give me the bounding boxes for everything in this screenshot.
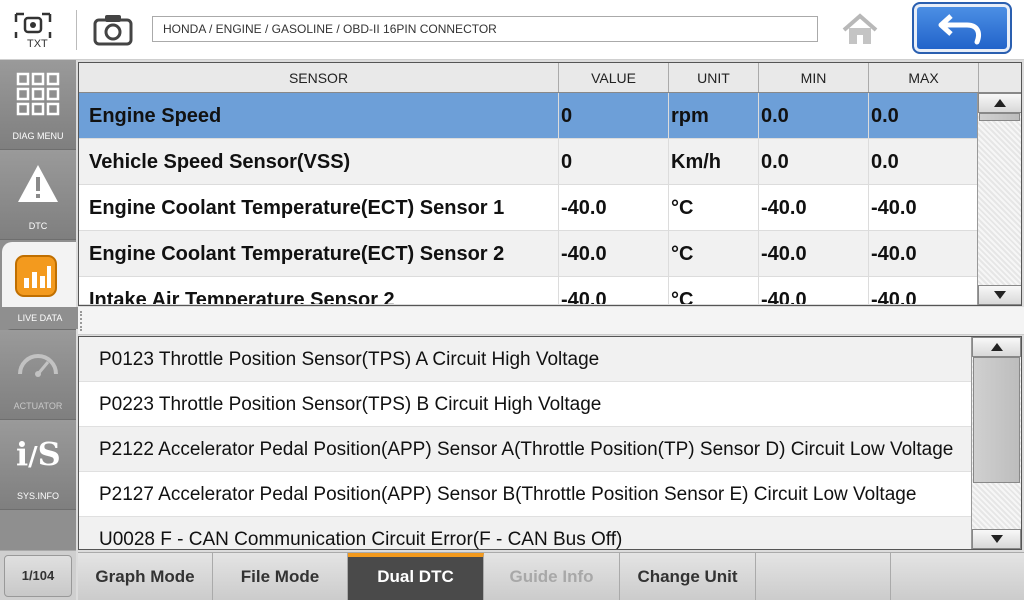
home-button[interactable] bbox=[840, 12, 880, 48]
change-unit-button[interactable]: Change Unit bbox=[620, 553, 756, 600]
list-item[interactable]: P2127 Accelerator Pedal Position(APP) Se… bbox=[79, 472, 973, 517]
file-mode-button[interactable]: File Mode bbox=[213, 553, 348, 600]
cell-value: -40.0 bbox=[559, 185, 669, 230]
cell-sensor: Intake Air Temperature Sensor 2 bbox=[79, 277, 559, 304]
sensor-table-scrollbar[interactable] bbox=[977, 93, 1021, 305]
cell-min: 0.0 bbox=[759, 139, 869, 184]
toolbar-empty-slot bbox=[891, 553, 1024, 600]
column-header-unit[interactable]: UNIT bbox=[669, 63, 759, 92]
cell-max: 0.0 bbox=[869, 139, 979, 184]
page-indicator: 1/104 bbox=[0, 550, 76, 600]
cell-unit: Km/h bbox=[669, 139, 759, 184]
list-item[interactable]: U0028 F - CAN Communication Circuit Erro… bbox=[79, 517, 973, 549]
app-window: TXT HONDA / ENGINE / GASOLINE / OBD-II 1… bbox=[0, 0, 1024, 600]
cell-unit: °C bbox=[669, 231, 759, 276]
table-row[interactable]: Vehicle Speed Sensor(VSS) 0 Km/h 0.0 0.0 bbox=[79, 139, 1021, 185]
cell-min: -40.0 bbox=[759, 277, 869, 304]
txt-label: TXT bbox=[27, 38, 48, 50]
splitter-grip[interactable] bbox=[80, 311, 84, 331]
column-header-max[interactable]: MAX bbox=[869, 63, 979, 92]
back-arrow-icon bbox=[938, 14, 982, 45]
sidebar-item-label: LIVE DATA bbox=[2, 307, 78, 329]
cell-max: 0.0 bbox=[869, 93, 979, 138]
arrow-up-icon bbox=[990, 343, 1003, 351]
list-item[interactable]: P0223 Throttle Position Sensor(TPS) B Ci… bbox=[79, 382, 973, 427]
table-row[interactable]: Engine Coolant Temperature(ECT) Sensor 1… bbox=[79, 185, 1021, 231]
cell-value: 0 bbox=[559, 139, 669, 184]
cell-max: -40.0 bbox=[869, 231, 979, 276]
graph-mode-button[interactable]: Graph Mode bbox=[78, 553, 213, 600]
cell-value: 0 bbox=[559, 93, 669, 138]
cell-max: -40.0 bbox=[869, 277, 979, 304]
warning-icon bbox=[18, 165, 58, 202]
list-item[interactable]: P2122 Accelerator Pedal Position(APP) Se… bbox=[79, 427, 973, 472]
guide-info-button[interactable]: Guide Info bbox=[484, 553, 620, 600]
cell-sensor: Engine Coolant Temperature(ECT) Sensor 2 bbox=[79, 231, 559, 276]
column-header-sensor[interactable]: SENSOR bbox=[79, 63, 559, 92]
dtc-list: P0123 Throttle Position Sensor(TPS) A Ci… bbox=[78, 336, 1022, 550]
info-glyph-s: S bbox=[37, 435, 61, 473]
cell-unit: °C bbox=[669, 185, 759, 230]
toolbar-divider bbox=[76, 10, 77, 50]
cell-sensor: Engine Coolant Temperature(ECT) Sensor 1 bbox=[79, 185, 559, 230]
cell-unit: rpm bbox=[669, 93, 759, 138]
cell-min: -40.0 bbox=[759, 185, 869, 230]
gauge-icon bbox=[18, 354, 58, 377]
cell-value: -40.0 bbox=[559, 231, 669, 276]
panel-splitter[interactable] bbox=[78, 307, 1024, 335]
sidebar-item-dtc[interactable]: DTC bbox=[0, 150, 76, 240]
screenshot-button[interactable] bbox=[92, 12, 134, 48]
cell-unit: °C bbox=[669, 277, 759, 304]
cell-sensor: Vehicle Speed Sensor(VSS) bbox=[79, 139, 559, 184]
chart-icon bbox=[15, 255, 57, 297]
table-header: SENSOR VALUE UNIT MIN MAX bbox=[79, 63, 1021, 93]
scroll-up-button[interactable] bbox=[972, 337, 1021, 357]
cell-min: 0.0 bbox=[759, 93, 869, 138]
scroll-thumb[interactable] bbox=[973, 357, 1020, 483]
cell-max: -40.0 bbox=[869, 185, 979, 230]
grid-icon bbox=[16, 72, 60, 116]
sensor-table: SENSOR VALUE UNIT MIN MAX Engine Speed 0… bbox=[78, 62, 1022, 306]
page-indicator-label: 1/104 bbox=[4, 554, 72, 597]
bottom-toolbar: Graph Mode File Mode Dual DTC Guide Info… bbox=[78, 552, 1024, 600]
home-icon bbox=[842, 13, 878, 44]
cell-min: -40.0 bbox=[759, 231, 869, 276]
scroll-down-button[interactable] bbox=[972, 529, 1021, 549]
arrow-down-icon bbox=[994, 291, 1006, 299]
scroll-up-button[interactable] bbox=[978, 93, 1021, 113]
arrow-down-icon bbox=[990, 535, 1003, 543]
table-row[interactable]: Engine Coolant Temperature(ECT) Sensor 2… bbox=[79, 231, 1021, 277]
sidebar-item-sys-info[interactable]: i/S SYS.INFO bbox=[0, 420, 76, 510]
text-capture-button[interactable]: TXT bbox=[10, 8, 56, 52]
sidebar-item-diag-menu[interactable]: DIAG MENU bbox=[0, 60, 76, 150]
column-header-min[interactable]: MIN bbox=[759, 63, 869, 92]
sidebar-item-label: DIAG MENU bbox=[12, 131, 64, 141]
scroll-down-button[interactable] bbox=[978, 285, 1021, 305]
breadcrumb: HONDA / ENGINE / GASOLINE / OBD-II 16PIN… bbox=[152, 16, 818, 42]
scroll-thumb[interactable] bbox=[979, 113, 1020, 121]
dtc-list-scrollbar[interactable] bbox=[971, 337, 1021, 549]
sidebar-item-live-data[interactable]: LIVE DATA bbox=[2, 242, 78, 330]
cell-value: -40.0 bbox=[559, 277, 669, 304]
info-glyph-i: i bbox=[16, 435, 29, 473]
cell-sensor: Engine Speed bbox=[79, 93, 559, 138]
column-header-spacer bbox=[979, 63, 1021, 92]
sidebar-item-label: DTC bbox=[28, 221, 48, 231]
camera-icon bbox=[93, 15, 133, 46]
sidebar-item-label: ACTUATOR bbox=[13, 401, 63, 411]
sidebar-item-actuator[interactable]: ACTUATOR bbox=[0, 330, 76, 420]
list-item[interactable]: P0123 Throttle Position Sensor(TPS) A Ci… bbox=[79, 337, 973, 382]
sidebar-item-label: SYS.INFO bbox=[16, 491, 59, 501]
info-icon: i/S bbox=[16, 435, 61, 473]
arrow-up-icon bbox=[994, 99, 1006, 107]
toolbar-empty-slot bbox=[756, 553, 891, 600]
table-row[interactable]: Intake Air Temperature Sensor 2 -40.0 °C… bbox=[79, 277, 1021, 305]
table-row[interactable]: Engine Speed 0 rpm 0.0 0.0 bbox=[79, 93, 1021, 139]
sidebar: DIAG MENU DTC LIVE DATA ACTUATOR i/S SYS… bbox=[0, 60, 78, 600]
dual-dtc-button[interactable]: Dual DTC bbox=[348, 553, 484, 600]
top-bar: TXT HONDA / ENGINE / GASOLINE / OBD-II 1… bbox=[0, 0, 1024, 60]
back-button[interactable] bbox=[912, 2, 1012, 54]
column-header-value[interactable]: VALUE bbox=[559, 63, 669, 92]
